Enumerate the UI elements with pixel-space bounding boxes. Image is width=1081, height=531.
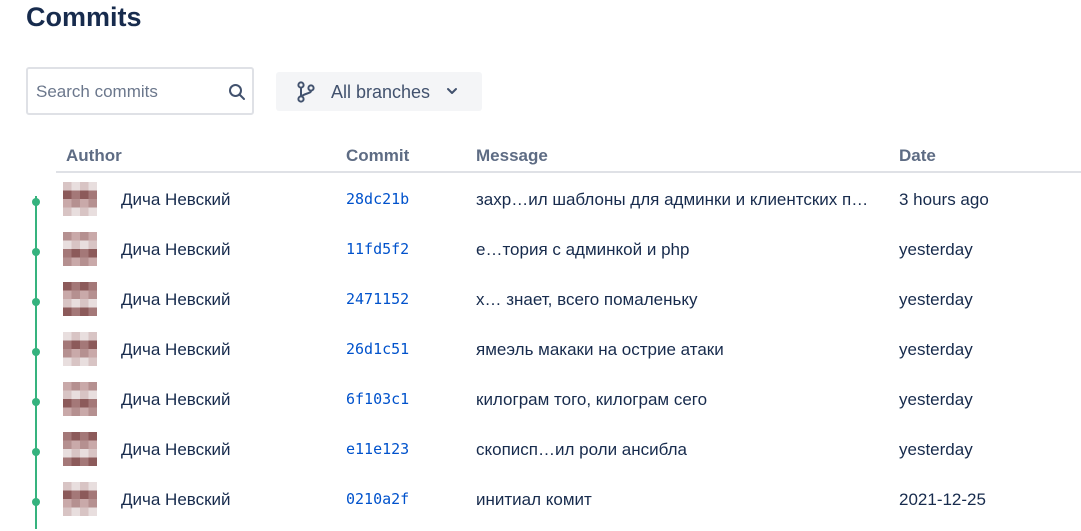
commit-date: 2021-12-25: [899, 490, 986, 509]
commit-graph-dot: [32, 198, 40, 206]
commit-message: скописп…ил роли ансибла: [476, 440, 687, 459]
avatar: [63, 382, 97, 416]
commit-author: Дича Невский: [121, 490, 231, 509]
avatar: [63, 182, 97, 216]
commit-hash-link[interactable]: 26d1c51: [346, 340, 409, 358]
commit-author: Дича Невский: [121, 190, 231, 209]
search-box[interactable]: [26, 67, 254, 115]
commit-graph-dot: [32, 448, 40, 456]
column-header-date: Date: [899, 146, 936, 165]
table-header: Author Commit Message Date: [0, 146, 1081, 174]
commit-hash-link[interactable]: 2471152: [346, 290, 409, 308]
commit-graph-dot: [32, 298, 40, 306]
commit-message: ямеэль макаки на острие атаки: [476, 340, 724, 359]
commit-author: Дича Невский: [121, 290, 231, 309]
column-header-commit: Commit: [346, 146, 410, 165]
commit-row[interactable]: Дича Невский 28dc21b захр…ил шаблоны для а…: [0, 181, 1081, 231]
avatar: [63, 232, 97, 266]
commit-message: инитиал комит: [476, 490, 592, 509]
commit-row[interactable]: Дича Невский 0210a2f инитиал комит 2021-12-…: [0, 481, 1081, 531]
commit-author: Дича Невский: [121, 240, 231, 259]
commit-hash-link[interactable]: 0210a2f: [346, 490, 409, 508]
commit-date: 3 hours ago: [899, 190, 989, 209]
commit-message: е…тория с админкой и php: [476, 240, 690, 259]
commit-message: килограм того, килограм сего: [476, 390, 708, 409]
commit-date: yesterday: [899, 440, 973, 459]
avatar: [63, 482, 97, 516]
commit-graph-dot: [32, 348, 40, 356]
commit-graph-dot: [32, 248, 40, 256]
column-header-author: Author: [66, 146, 122, 165]
commit-date: yesterday: [899, 390, 973, 409]
chevron-down-icon: [447, 88, 457, 94]
commit-hash-link[interactable]: e11e123: [346, 440, 409, 458]
branch-filter-button[interactable]: All branches: [276, 72, 482, 111]
page-title: Commits: [26, 2, 142, 32]
commit-date: yesterday: [899, 290, 973, 309]
commit-message: захр…ил шаблоны для админки и клиентских…: [476, 190, 869, 209]
commit-author: Дича Невский: [121, 440, 231, 459]
commit-row[interactable]: Дича Невский 26d1c51 ямеэль макаки на остр…: [0, 331, 1081, 381]
commit-row[interactable]: Дича Невский 6f103c1 килограм того, килогр…: [0, 381, 1081, 431]
commit-hash-link[interactable]: 28dc21b: [346, 190, 409, 208]
commit-author: Дича Невский: [121, 340, 231, 359]
commit-row[interactable]: Дича Невский e11e123 скописп…ил роли ансиб…: [0, 431, 1081, 481]
search-icon[interactable]: [228, 83, 246, 101]
avatar: [63, 332, 97, 366]
commit-row[interactable]: Дича Невский 11fd5f2 е…тория с админкой и …: [0, 231, 1081, 281]
commit-date: yesterday: [899, 240, 973, 259]
commit-hash-link[interactable]: 11fd5f2: [346, 240, 409, 258]
header-divider: [56, 171, 1081, 173]
column-header-message: Message: [476, 146, 548, 165]
branch-icon: [297, 81, 315, 103]
commit-date: yesterday: [899, 340, 973, 359]
commit-message: х… знает, всего помаленьку: [476, 290, 698, 309]
avatar: [63, 432, 97, 466]
commit-row[interactable]: Дича Невский 2471152 х… знает, всего помал…: [0, 281, 1081, 331]
commit-graph-dot: [32, 398, 40, 406]
commit-author: Дича Невский: [121, 390, 231, 409]
commit-hash-link[interactable]: 6f103c1: [346, 390, 409, 408]
branch-filter-label: All branches: [331, 82, 431, 102]
search-input[interactable]: [36, 81, 216, 103]
commit-graph-dot: [32, 498, 40, 506]
avatar: [63, 282, 97, 316]
